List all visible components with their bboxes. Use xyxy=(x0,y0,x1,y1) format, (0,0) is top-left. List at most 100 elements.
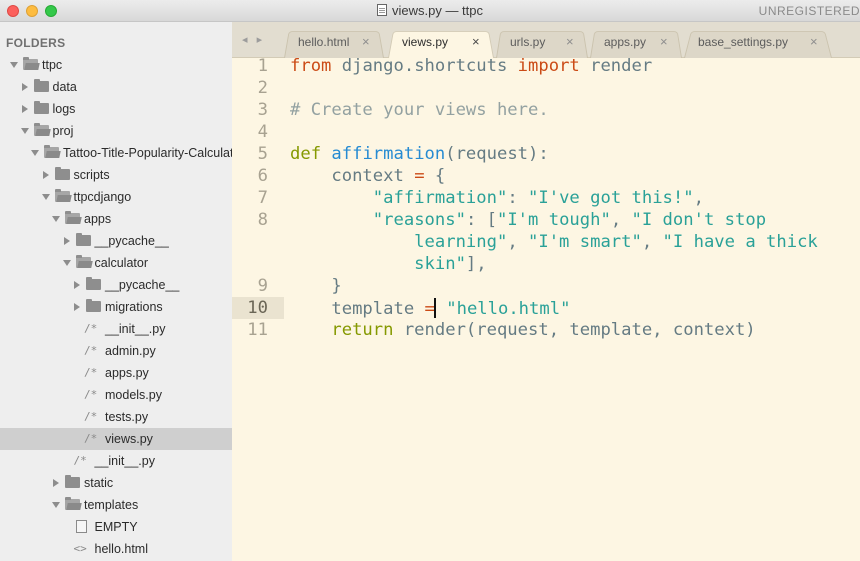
tree-file[interactable]: /* apps.py xyxy=(0,362,232,384)
disclosure-closed-icon[interactable] xyxy=(53,479,59,487)
disclosure-open-icon[interactable] xyxy=(20,128,29,134)
code-line[interactable]: 11 return render(request, template, cont… xyxy=(232,320,860,342)
tree-folder[interactable]: Tattoo-Title-Popularity-Calculator xyxy=(0,142,232,164)
folder-icon xyxy=(75,233,91,246)
tree-file[interactable]: /* __init__.py xyxy=(0,318,232,340)
tree-folder[interactable]: logs xyxy=(0,98,232,120)
tree-file[interactable]: /* tests.py xyxy=(0,406,232,428)
tree-item-label: apps.py xyxy=(105,366,149,380)
disclosure-closed-icon[interactable] xyxy=(74,281,80,289)
python-file-icon: /* xyxy=(84,344,98,357)
tree-folder[interactable]: ttpc xyxy=(0,54,232,76)
tree-folder[interactable]: static xyxy=(0,472,232,494)
disclosure-open-icon[interactable] xyxy=(10,62,18,68)
code-text: template = "hello.html" xyxy=(290,298,570,319)
code-token: learning" xyxy=(290,232,508,252)
disclosure-closed-icon[interactable] xyxy=(21,83,28,91)
code-line[interactable]: skin"], xyxy=(232,254,860,276)
tree-folder[interactable]: migrations xyxy=(0,296,232,318)
code-line[interactable]: 1 from django.shortcuts import render xyxy=(232,58,860,78)
editor-tab[interactable]: base_settings.py × xyxy=(684,28,832,58)
tree-item-label: proj xyxy=(52,124,74,138)
line-number: 11 xyxy=(247,320,268,340)
tree-file[interactable]: /* models.py xyxy=(0,384,232,406)
code-line[interactable]: 7 "affirmation": "I've got this!", xyxy=(232,188,860,210)
code-line[interactable]: 2 xyxy=(232,78,860,100)
tree-folder[interactable]: ttpcdjango xyxy=(0,186,232,208)
code-token: "affirmation" xyxy=(372,188,508,208)
tab-close-icon[interactable]: × xyxy=(362,34,370,49)
tab-nav-arrows-icon[interactable]: ◂ ▸ xyxy=(242,33,265,46)
tree-folder[interactable]: proj xyxy=(0,120,232,142)
tree-item-label: static xyxy=(84,476,114,490)
editor-tab[interactable]: urls.py × xyxy=(496,28,588,58)
code-token: from xyxy=(290,58,332,76)
tab-close-icon[interactable]: × xyxy=(810,34,818,49)
tree-item-label: calculator xyxy=(94,256,149,270)
code-token: "I'm tough" xyxy=(496,210,611,230)
tree-file[interactable]: <> hello.html xyxy=(0,538,232,560)
code-token: context xyxy=(290,166,415,186)
code-line[interactable]: 9 } xyxy=(232,276,860,298)
code-editor[interactable]: 1 from django.shortcuts import render 2 3 # … xyxy=(232,58,860,561)
tree-folder[interactable]: apps xyxy=(0,208,232,230)
code-line[interactable]: 3 # Create your views here. xyxy=(232,100,860,122)
code-line[interactable]: learning", "I'm smart", "I have a thick xyxy=(232,232,860,254)
tree-item-label: templates xyxy=(84,498,139,512)
disclosure-open-icon[interactable] xyxy=(41,194,50,200)
folder-icon xyxy=(54,167,70,180)
tree-folder[interactable]: calculator xyxy=(0,252,232,274)
editor-tab[interactable]: hello.html × xyxy=(284,28,384,58)
editor-tab[interactable]: views.py × xyxy=(388,28,494,58)
title-bar: views.py — ttpc UNREGISTERED xyxy=(0,0,860,22)
tree-item-label: data xyxy=(52,80,77,94)
tree-item-label: hello.html xyxy=(94,542,149,556)
tree-folder[interactable]: scripts xyxy=(0,164,232,186)
tree-file[interactable]: /* __init__.py xyxy=(0,450,232,472)
tree-file[interactable]: EMPTY xyxy=(0,516,232,538)
tree-folder[interactable]: __pycache__ xyxy=(0,230,232,252)
tree-file[interactable]: /* views.py xyxy=(0,428,232,450)
tab-close-icon[interactable]: × xyxy=(660,34,668,49)
disclosure-open-icon[interactable] xyxy=(52,502,60,508)
window-title: views.py — ttpc xyxy=(391,3,484,18)
code-token: "hello.html" xyxy=(446,299,571,319)
disclosure-open-icon[interactable] xyxy=(52,216,60,222)
disclosure-closed-icon[interactable] xyxy=(42,171,49,179)
disclosure-closed-icon[interactable] xyxy=(63,237,70,245)
code-line[interactable]: 10 template = "hello.html" xyxy=(232,298,860,320)
code-line[interactable]: 8 "reasons": ["I'm tough", "I don't stop xyxy=(232,210,860,232)
python-file-icon: /* xyxy=(73,454,87,467)
code-token: : [ xyxy=(465,210,497,230)
code-token: , xyxy=(610,210,632,230)
tab-close-icon[interactable]: × xyxy=(566,34,574,49)
folder-icon xyxy=(86,277,101,290)
tree-item-label: apps xyxy=(84,212,112,226)
disclosure-closed-icon[interactable] xyxy=(21,105,28,113)
disclosure-open-icon[interactable] xyxy=(31,150,39,156)
disclosure-closed-icon[interactable] xyxy=(74,303,80,311)
code-line[interactable]: 6 context = { xyxy=(232,166,860,188)
code-token: "I'm smart" xyxy=(528,232,642,252)
tree-folder[interactable]: data xyxy=(0,76,232,98)
editor-tab[interactable]: apps.py × xyxy=(590,28,682,58)
tree-folder[interactable]: __pycache__ xyxy=(0,274,232,296)
tree-item-label: __init__.py xyxy=(94,454,155,468)
disclosure-open-icon[interactable] xyxy=(62,260,71,266)
code-token: render xyxy=(579,58,653,76)
code-line[interactable]: 5 def affirmation(request): xyxy=(232,144,860,166)
code-text: } xyxy=(290,276,341,296)
tree-folder[interactable]: templates xyxy=(0,494,232,516)
line-number: 6 xyxy=(257,166,268,186)
tree-file[interactable]: /* admin.py xyxy=(0,340,232,362)
tab-close-icon[interactable]: × xyxy=(472,34,480,49)
code-token: def xyxy=(290,144,322,164)
folder-open-icon xyxy=(65,497,80,510)
code-line[interactable]: 4 xyxy=(232,122,860,144)
tree-item-label: admin.py xyxy=(105,344,156,358)
line-number: 4 xyxy=(257,122,268,142)
sidebar: FOLDERS ttpc data logs proj Tattoo-Title-Pop… xyxy=(0,22,232,561)
window-title-area: views.py — ttpc xyxy=(0,3,860,18)
